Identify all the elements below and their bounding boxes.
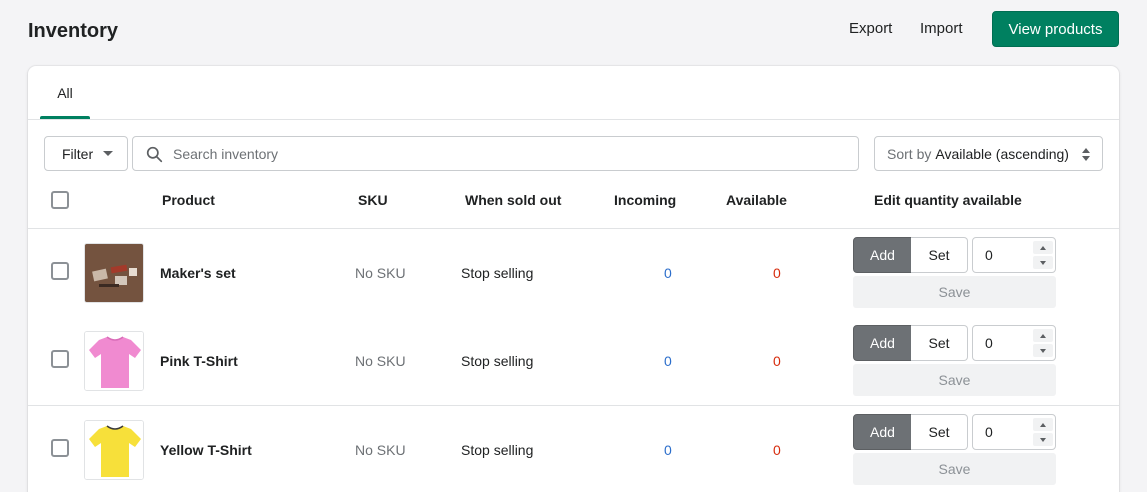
available-value: 0 (773, 442, 781, 458)
sort-label: Sort by (887, 145, 932, 162)
product-name[interactable]: Maker's set (160, 265, 236, 281)
chevron-down-icon (1040, 348, 1046, 353)
inventory-card: All Filter Sort by Available (ascending)… (28, 66, 1119, 492)
sort-arrows-icon (1082, 148, 1090, 161)
yellow-tshirt-image (85, 421, 143, 479)
decrement-button[interactable] (1033, 344, 1053, 357)
table-row: Pink T-Shirt No SKU Stop selling 0 0 Add… (28, 317, 1119, 405)
search-input[interactable] (173, 137, 853, 170)
available-value: 0 (773, 353, 781, 369)
quantity-stepper[interactable] (972, 325, 1056, 361)
view-products-button[interactable]: View products (992, 11, 1119, 47)
caret-down-icon (103, 151, 114, 156)
sort-select[interactable]: Sort by Available (ascending) (874, 136, 1103, 171)
sku-value: No SKU (355, 353, 406, 369)
column-header-available[interactable]: Available (726, 192, 787, 208)
table-row: Yellow T-Shirt No SKU Stop selling 0 0 A… (28, 406, 1119, 492)
quantity-stepper[interactable] (972, 414, 1056, 450)
import-button[interactable]: Import (920, 20, 963, 37)
quantity-input[interactable] (985, 238, 1029, 272)
makers-set-image (85, 244, 143, 302)
set-mode-button[interactable]: Set (911, 237, 968, 273)
increment-button[interactable] (1033, 418, 1053, 431)
sort-value: Available (ascending) (935, 145, 1069, 162)
product-thumbnail-pink-tshirt[interactable] (84, 331, 144, 391)
when-sold-out-value: Stop selling (461, 265, 534, 281)
filter-label: Filter (62, 145, 94, 162)
quantity-input[interactable] (985, 415, 1029, 449)
sku-value: No SKU (355, 442, 406, 458)
page-title: Inventory (28, 20, 119, 42)
row-checkbox[interactable] (51, 439, 69, 457)
incoming-value[interactable]: 0 (664, 265, 672, 281)
increment-button[interactable] (1033, 329, 1053, 342)
chevron-up-icon (1040, 333, 1046, 338)
table-row: Maker's set No SKU Stop selling 0 0 Add … (28, 229, 1119, 317)
column-header-edit-quantity: Edit quantity available (874, 192, 1022, 208)
product-thumbnail-makers-set[interactable] (84, 243, 144, 303)
tab-selected-indicator (40, 116, 90, 119)
add-mode-button[interactable]: Add (853, 325, 912, 361)
chevron-down-icon (1040, 260, 1046, 265)
incoming-value[interactable]: 0 (664, 442, 672, 458)
set-mode-button[interactable]: Set (911, 325, 968, 361)
incoming-value[interactable]: 0 (664, 353, 672, 369)
product-thumbnail-yellow-tshirt[interactable] (84, 420, 144, 480)
column-header-sku[interactable]: SKU (358, 192, 388, 208)
column-header-when-sold-out[interactable]: When sold out (465, 192, 561, 208)
save-button[interactable]: Save (853, 364, 1056, 396)
save-button[interactable]: Save (853, 453, 1056, 485)
column-header-product[interactable]: Product (162, 192, 215, 208)
when-sold-out-value: Stop selling (461, 353, 534, 369)
search-field[interactable] (132, 136, 859, 171)
when-sold-out-value: Stop selling (461, 442, 534, 458)
tab-all[interactable]: All (40, 66, 90, 120)
column-header-incoming[interactable]: Incoming (614, 192, 676, 208)
increment-button[interactable] (1033, 241, 1053, 254)
chevron-down-icon (1040, 437, 1046, 442)
add-mode-button[interactable]: Add (853, 237, 912, 273)
filter-button[interactable]: Filter (44, 136, 128, 171)
row-checkbox[interactable] (51, 262, 69, 280)
chevron-up-icon (1040, 245, 1046, 250)
chevron-up-icon (1040, 422, 1046, 427)
decrement-button[interactable] (1033, 256, 1053, 269)
product-name[interactable]: Yellow T-Shirt (160, 442, 252, 458)
select-all-checkbox[interactable] (51, 191, 69, 209)
add-mode-button[interactable]: Add (853, 414, 912, 450)
tab-bar: All (28, 66, 1119, 120)
save-button[interactable]: Save (853, 276, 1056, 308)
product-name[interactable]: Pink T-Shirt (160, 353, 238, 369)
export-button[interactable]: Export (849, 20, 892, 37)
pink-tshirt-image (85, 332, 143, 390)
quantity-input[interactable] (985, 326, 1029, 360)
sku-value: No SKU (355, 265, 406, 281)
set-mode-button[interactable]: Set (911, 414, 968, 450)
search-icon (146, 146, 163, 163)
available-value: 0 (773, 265, 781, 281)
page-header: Inventory Export Import View products (0, 0, 1147, 62)
decrement-button[interactable] (1033, 433, 1053, 446)
row-checkbox[interactable] (51, 350, 69, 368)
quantity-stepper[interactable] (972, 237, 1056, 273)
